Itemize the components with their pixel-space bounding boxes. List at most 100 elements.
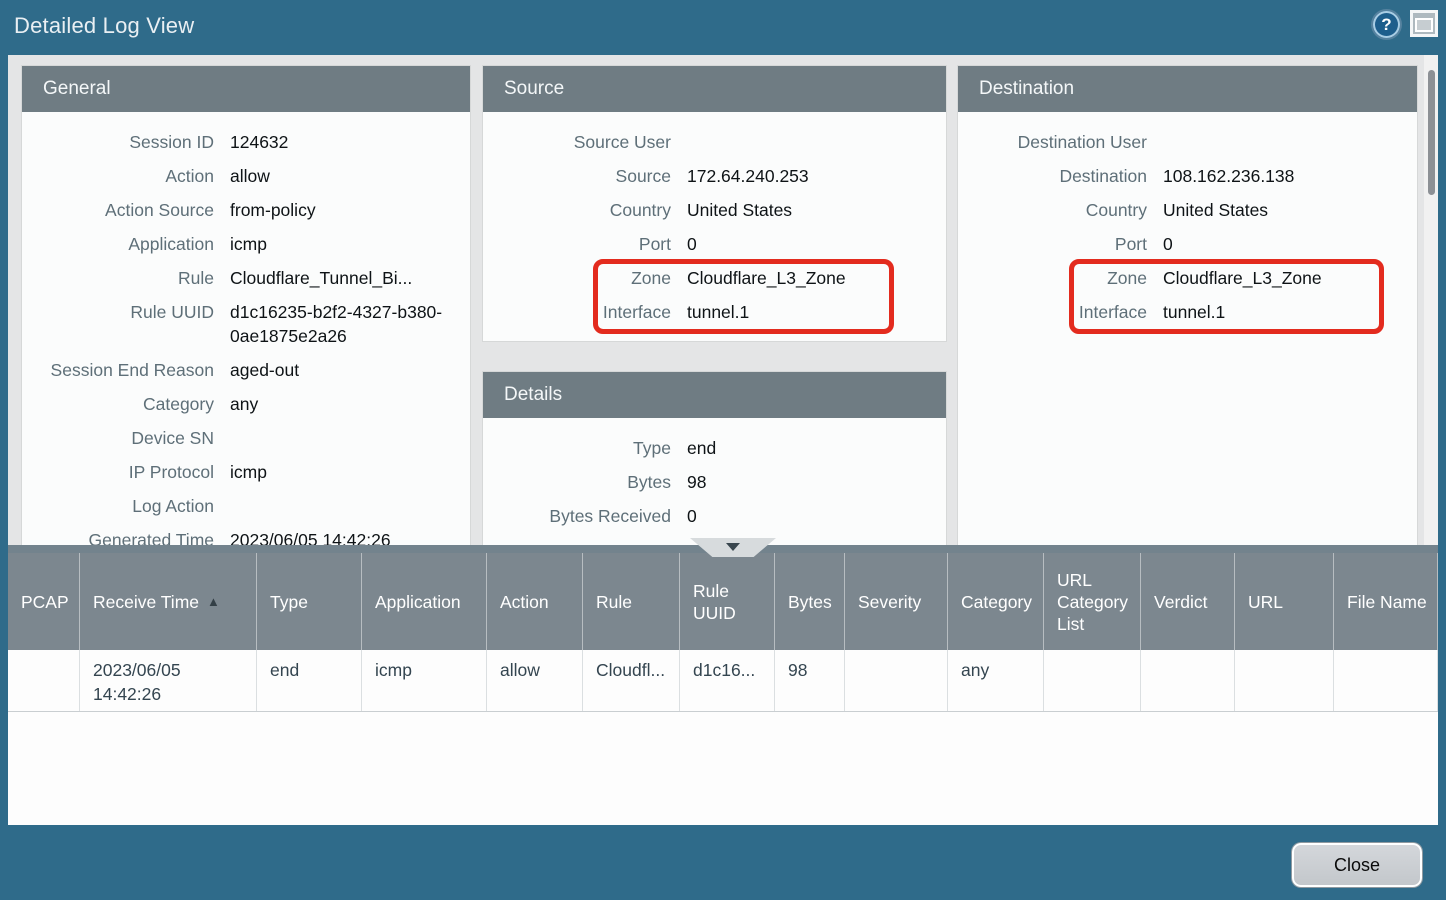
field-label: Session ID <box>22 130 230 154</box>
table-cell <box>1334 650 1438 711</box>
scrollbar-track[interactable] <box>1424 55 1438 545</box>
field-label: Bytes Received <box>483 504 687 528</box>
field-label: IP Protocol <box>22 460 230 484</box>
column-header-label: Verdict <box>1154 591 1208 613</box>
column-header-label: Application <box>375 591 461 613</box>
detail-panels-area: General Session ID124632ActionallowActio… <box>8 55 1438 545</box>
field-label: Country <box>483 198 687 222</box>
field-value <box>230 426 470 450</box>
field-row: CountryUnited States <box>483 193 946 227</box>
column-header-label: Category <box>961 591 1032 613</box>
field-row: ZoneCloudflare_L3_Zone <box>958 261 1417 295</box>
column-header[interactable]: Rule UUID <box>680 553 775 650</box>
field-value: 0 <box>687 504 946 528</box>
panel-general: General Session ID124632ActionallowActio… <box>22 66 470 545</box>
field-label: Source User <box>483 130 687 154</box>
field-label: Device SN <box>22 426 230 450</box>
table-cell: Cloudfl... <box>583 650 680 711</box>
field-row: Session ID124632 <box>22 125 470 159</box>
column-header[interactable]: Severity <box>845 553 948 650</box>
table-cell <box>1044 650 1141 711</box>
field-row: Destination User <box>958 125 1417 159</box>
field-value: tunnel.1 <box>1163 300 1417 324</box>
table-cell: 98 <box>775 650 845 711</box>
chevron-down-icon <box>726 543 740 551</box>
table-cell: allow <box>487 650 583 711</box>
close-button[interactable]: Close <box>1292 843 1422 887</box>
field-value: Cloudflare_Tunnel_Bi... <box>230 266 470 290</box>
field-row: IP Protocolicmp <box>22 455 470 489</box>
field-value: 2023/06/05 14:42:26 <box>230 528 470 545</box>
field-row: Source User <box>483 125 946 159</box>
field-value: 172.64.240.253 <box>687 164 946 188</box>
field-row: Rule UUIDd1c16235-b2f2-4327-b380-0ae1875… <box>22 295 470 353</box>
column-header[interactable]: Application <box>362 553 487 650</box>
column-header[interactable]: Bytes <box>775 553 845 650</box>
field-value <box>687 130 946 154</box>
field-label: Application <box>22 232 230 256</box>
column-header-label: PCAP <box>21 591 69 613</box>
column-header-label: Severity <box>858 591 921 613</box>
panel-general-header: General <box>22 66 470 112</box>
field-label: Generated Time <box>22 528 230 545</box>
field-value: end <box>687 436 946 460</box>
field-label: Interface <box>483 300 687 324</box>
field-label: Zone <box>958 266 1163 290</box>
field-value: 108.162.236.138 <box>1163 164 1417 188</box>
table-cell <box>1141 650 1235 711</box>
scrollbar-thumb[interactable] <box>1428 70 1435 195</box>
field-value: allow <box>230 164 470 188</box>
column-header-label: Action <box>500 591 549 613</box>
field-row: Action Sourcefrom-policy <box>22 193 470 227</box>
field-value: Cloudflare_L3_Zone <box>1163 266 1417 290</box>
column-header[interactable]: URL Category List <box>1044 553 1141 650</box>
table-cell: icmp <box>362 650 487 711</box>
column-header[interactable]: Verdict <box>1141 553 1235 650</box>
help-icon[interactable]: ? <box>1373 11 1400 38</box>
field-value: 124632 <box>230 130 470 154</box>
column-header[interactable]: File Name <box>1334 553 1438 650</box>
column-header[interactable]: Category <box>948 553 1044 650</box>
column-header-label: Receive Time <box>93 591 199 613</box>
field-row: Interfacetunnel.1 <box>958 295 1417 329</box>
field-row: Session End Reasonaged-out <box>22 353 470 387</box>
field-label: Destination <box>958 164 1163 188</box>
column-header-label: Rule <box>596 591 632 613</box>
field-label: Port <box>958 232 1163 256</box>
column-header[interactable]: Type <box>257 553 362 650</box>
field-row: Port0 <box>483 227 946 261</box>
table-cell <box>845 650 948 711</box>
field-label: Rule UUID <box>22 300 230 348</box>
column-header[interactable]: Receive Time ▲ <box>80 553 257 650</box>
sort-asc-icon: ▲ <box>207 591 220 613</box>
field-value: 0 <box>1163 232 1417 256</box>
field-label: Session End Reason <box>22 358 230 382</box>
field-value <box>230 494 470 518</box>
field-value: 98 <box>687 470 946 494</box>
field-value <box>1163 130 1417 154</box>
window-restore-icon[interactable] <box>1410 10 1438 37</box>
field-row: Device SN <box>22 421 470 455</box>
field-value: icmp <box>230 232 470 256</box>
log-table: PCAP Receive Time ▲ Type Application Action Ru… <box>8 545 1438 825</box>
field-row: Destination108.162.236.138 <box>958 159 1417 193</box>
table-cell <box>1235 650 1334 711</box>
column-header[interactable]: Action <box>487 553 583 650</box>
field-label: Log Action <box>22 494 230 518</box>
field-label: Destination User <box>958 130 1163 154</box>
column-header-label: Bytes <box>788 591 832 613</box>
column-header[interactable]: URL <box>1235 553 1334 650</box>
field-label: Source <box>483 164 687 188</box>
field-value: United States <box>687 198 946 222</box>
column-header[interactable]: PCAP <box>8 553 80 650</box>
field-row: Generated Time2023/06/05 14:42:26 <box>22 523 470 545</box>
field-row: Bytes98 <box>483 465 946 499</box>
field-row: Source172.64.240.253 <box>483 159 946 193</box>
column-header[interactable]: Rule <box>583 553 680 650</box>
field-row: Applicationicmp <box>22 227 470 261</box>
table-cell: d1c16... <box>680 650 775 711</box>
field-value: Cloudflare_L3_Zone <box>687 266 946 290</box>
column-header-label: URL <box>1248 591 1283 613</box>
field-label: Bytes <box>483 470 687 494</box>
column-header-label: File Name <box>1347 591 1427 613</box>
